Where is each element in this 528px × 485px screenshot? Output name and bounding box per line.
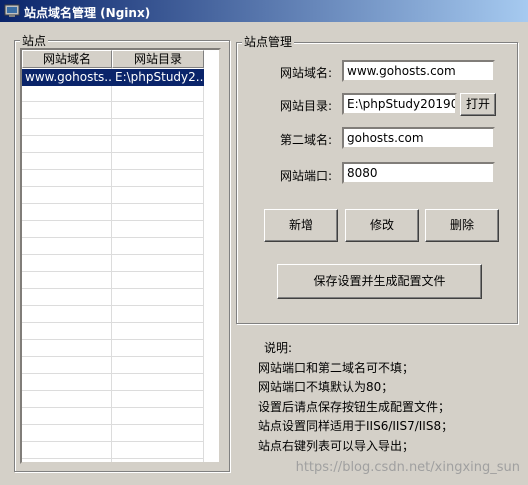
sites-group-label: 站点 [20,32,49,49]
port-input[interactable]: 8080 [342,162,495,184]
directory-input[interactable]: E:\phpStudy20190311 [342,93,457,115]
delete-button[interactable]: 删除 [425,209,499,242]
list-header: 网站域名 网站目录 [22,50,219,68]
site-list[interactable]: 网站域名 网站目录 www.gohosts.... E:\phpStudy2..… [20,48,221,464]
second-domain-label: 第二域名: [280,133,333,147]
edit-button[interactable]: 修改 [345,209,419,242]
notes-line: 网站端口不填默认为80； [258,380,394,394]
notes-line: 设置后请点保存按钮生成配置文件； [258,400,451,414]
list-item[interactable]: www.gohosts.... E:\phpStudy2... [22,69,204,86]
list-gridlines [22,68,204,462]
notes-line: 站点右键列表可以导入导出； [258,439,415,453]
manage-group-label: 站点管理 [242,33,295,50]
save-config-button[interactable]: 保存设置并生成配置文件 [277,264,482,299]
notes-title: 说明: [264,341,293,355]
directory-label: 网站目录: [280,99,333,113]
watermark: https://blog.csdn.net/xingxing_sun [295,460,520,475]
column-header-domain[interactable]: 网站域名 [22,50,112,68]
notes-line: 网站端口和第二域名可不填； [258,361,415,375]
window-title: 站点域名管理 (Nginx) [24,6,151,20]
port-label: 网站端口: [280,169,333,183]
domain-input[interactable]: www.gohosts.com [342,60,495,82]
second-domain-input[interactable]: gohosts.com [342,127,495,149]
add-button[interactable]: 新增 [264,209,338,242]
notes-line: 站点设置同样适用于IIS6/IIS7/IIS8； [258,419,454,433]
list-item-directory: E:\phpStudy2... [115,70,204,84]
title-bar[interactable]: 站点域名管理 (Nginx) [0,0,528,22]
list-item-domain: www.gohosts.... [25,70,112,84]
domain-label: 网站域名: [280,66,333,80]
column-header-directory[interactable]: 网站目录 [112,50,204,68]
open-button[interactable]: 打开 [460,93,496,116]
app-icon [4,4,20,17]
